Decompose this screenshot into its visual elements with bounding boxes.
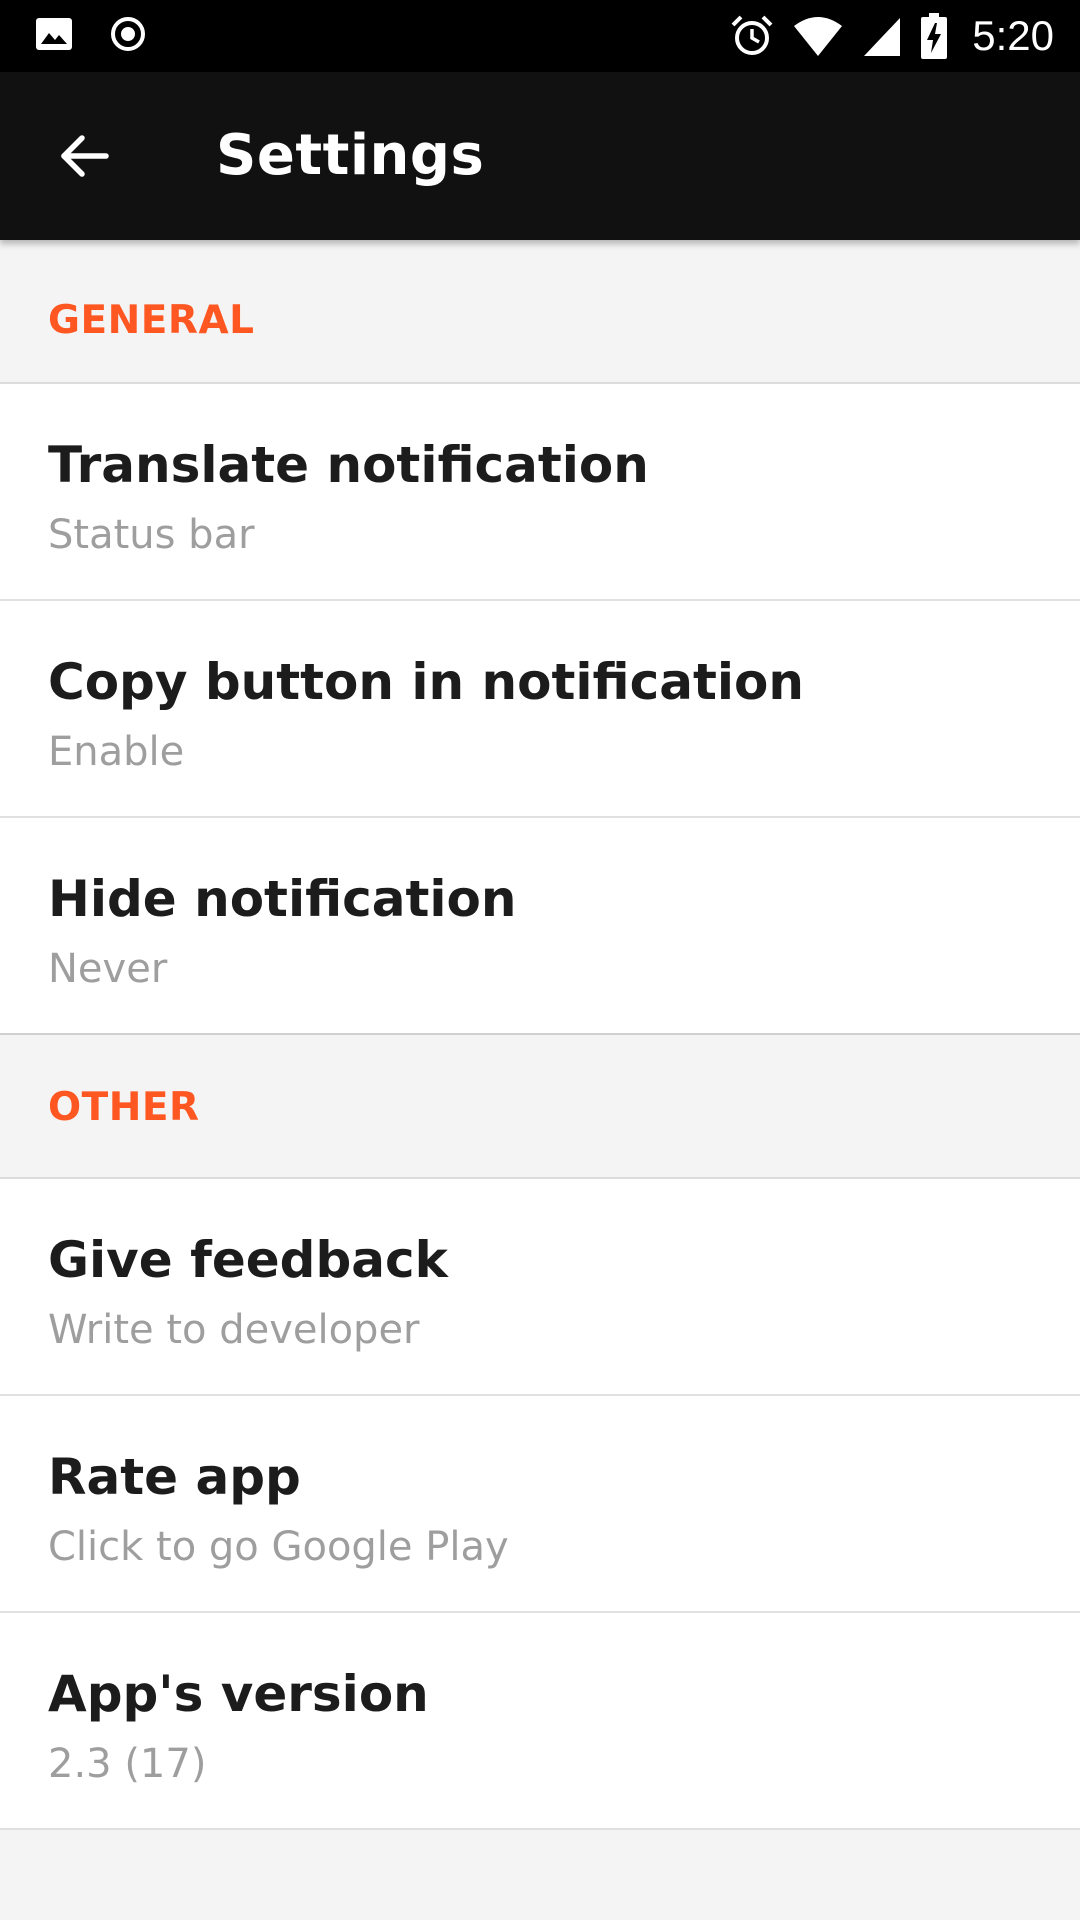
pref-title: Hide notification bbox=[48, 870, 517, 928]
pref-give-feedback[interactable]: Give feedback Write to developer bbox=[0, 1179, 1080, 1396]
pref-translate-notification[interactable]: Translate notification Status bar bbox=[0, 384, 1080, 601]
pref-summary: Never bbox=[48, 946, 168, 992]
pref-copy-button-in-notification[interactable]: Copy button in notification Enable bbox=[0, 601, 1080, 818]
section-general: Translate notification Status bar Copy b… bbox=[0, 384, 1080, 1033]
pref-summary: Click to go Google Play bbox=[48, 1524, 509, 1570]
status-bar: 5:20 bbox=[0, 0, 1080, 72]
pref-summary: Enable bbox=[48, 729, 185, 775]
status-bar-left bbox=[34, 14, 148, 54]
pref-hide-notification[interactable]: Hide notification Never bbox=[0, 818, 1080, 1033]
pref-title: Rate app bbox=[48, 1448, 301, 1506]
image-icon bbox=[36, 18, 72, 50]
settings-list: GENERAL Translate notification Status ba… bbox=[0, 240, 1080, 1830]
back-button[interactable] bbox=[42, 114, 126, 198]
pref-title: Translate notification bbox=[48, 436, 649, 494]
pref-summary: 2.3 (17) bbox=[48, 1741, 207, 1787]
pref-summary: Write to developer bbox=[48, 1307, 420, 1353]
section-title-general: GENERAL bbox=[48, 298, 255, 343]
wifi-icon bbox=[794, 17, 843, 56]
pref-summary: Status bar bbox=[48, 512, 255, 558]
app-bar: Settings bbox=[0, 72, 1080, 240]
section-header-general: GENERAL bbox=[0, 240, 1080, 384]
status-bar-right: 5:20 bbox=[730, 10, 1054, 62]
alarm-icon bbox=[731, 15, 773, 55]
record-icon bbox=[111, 17, 145, 51]
pref-title: App's version bbox=[48, 1665, 429, 1723]
section-other: Give feedback Write to developer Rate ap… bbox=[0, 1179, 1080, 1830]
pref-title: Copy button in notification bbox=[48, 653, 804, 711]
pref-rate-app[interactable]: Rate app Click to go Google Play bbox=[0, 1396, 1080, 1613]
section-title-other: OTHER bbox=[48, 1085, 200, 1130]
pref-app-version[interactable]: App's version 2.3 (17) bbox=[0, 1613, 1080, 1830]
pref-title: Give feedback bbox=[48, 1231, 448, 1289]
battery-charging-icon bbox=[921, 13, 948, 59]
status-time: 5:20 bbox=[972, 12, 1054, 59]
page-title: Settings bbox=[216, 123, 485, 188]
arrow-back-icon bbox=[61, 135, 109, 177]
cell-signal-icon bbox=[864, 18, 901, 56]
settings-screen: 5:20 Settings GENERAL Translate notifica… bbox=[0, 0, 1080, 1920]
section-header-other: OTHER bbox=[0, 1035, 1080, 1179]
